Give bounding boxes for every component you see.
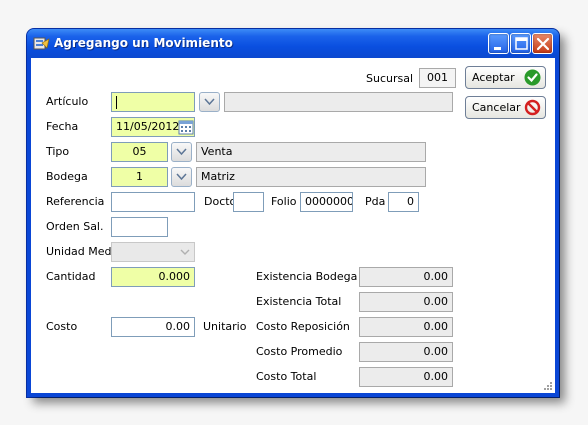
bodega-description: Matriz — [196, 167, 426, 187]
unidad-med-select[interactable] — [111, 242, 195, 262]
costo-total-value: 0.00 — [359, 367, 453, 387]
minimize-icon — [494, 47, 501, 50]
unidad-med-label: Unidad Med. — [46, 245, 116, 258]
existencia-total-label: Existencia Total — [256, 295, 342, 308]
orden-sal-input[interactable] — [111, 217, 168, 237]
minimize-button[interactable] — [488, 33, 509, 54]
costo-promedio-label: Costo Promedio — [256, 345, 343, 358]
cancel-button-label: Cancelar — [472, 101, 521, 114]
maximize-icon — [515, 37, 528, 50]
accept-button-label: Aceptar — [472, 71, 515, 84]
costo-label: Costo — [46, 320, 78, 333]
pda-label: Pda — [365, 195, 386, 208]
chevron-down-icon — [176, 148, 187, 156]
accept-button[interactable]: Aceptar — [465, 66, 546, 89]
sucursal-label: Sucursal — [366, 72, 414, 85]
tipo-label: Tipo — [46, 145, 70, 158]
articulo-input[interactable] — [111, 92, 195, 112]
docto-label: Docto — [204, 195, 237, 208]
costo-reposicion-label: Costo Reposición — [256, 320, 350, 333]
chevron-down-icon — [176, 173, 187, 181]
checkmark-icon — [524, 69, 541, 86]
costo-reposicion-value: 0.00 — [359, 317, 453, 337]
dialog-body: Sucursal 001 Aceptar Cancelar Artículo F… — [31, 58, 555, 393]
referencia-label: Referencia — [46, 195, 105, 208]
close-button[interactable] — [532, 33, 553, 54]
articulo-label: Artículo — [46, 95, 89, 108]
articulo-dropdown-button[interactable] — [199, 92, 220, 112]
text-cursor — [116, 95, 117, 109]
prohibited-icon — [524, 99, 541, 116]
cantidad-label: Cantidad — [46, 270, 96, 283]
maximize-button[interactable] — [510, 33, 531, 54]
close-icon — [536, 37, 550, 51]
costo-total-label: Costo Total — [256, 370, 317, 383]
existencia-bodega-label: Existencia Bodega — [256, 270, 358, 283]
chevron-down-icon — [204, 98, 215, 106]
window-title: Agregango un Movimiento — [54, 36, 233, 50]
orden-sal-label: Orden Sal. — [46, 220, 104, 233]
cantidad-input[interactable]: 0.000 — [111, 267, 195, 287]
referencia-input[interactable] — [111, 192, 195, 212]
tipo-dropdown-button[interactable] — [171, 142, 192, 162]
unitario-label: Unitario — [203, 320, 247, 333]
bodega-input[interactable]: 1 — [111, 167, 168, 187]
bodega-dropdown-button[interactable] — [171, 167, 192, 187]
pda-input[interactable]: 0 — [388, 192, 419, 212]
cancel-button[interactable]: Cancelar — [465, 96, 546, 119]
costo-promedio-value: 0.00 — [359, 342, 453, 362]
articulo-description — [224, 92, 453, 112]
tipo-description: Venta — [196, 142, 426, 162]
app-icon — [33, 37, 50, 50]
fecha-label: Fecha — [46, 120, 79, 133]
existencia-total-value: 0.00 — [359, 292, 453, 312]
sucursal-field: 001 — [419, 68, 456, 88]
calendar-icon[interactable] — [178, 119, 194, 135]
existencia-bodega-value: 0.00 — [359, 267, 453, 287]
tipo-input[interactable]: 05 — [111, 142, 168, 162]
resize-grip-icon[interactable] — [542, 380, 553, 391]
bodega-label: Bodega — [46, 170, 88, 183]
folio-label: Folio — [271, 195, 297, 208]
docto-input[interactable] — [233, 192, 264, 212]
costo-input[interactable]: 0.00 — [111, 317, 195, 337]
title-bar[interactable]: Agregango un Movimiento — [27, 29, 559, 58]
folio-input[interactable]: 0000000 — [300, 192, 353, 212]
dialog-window: Agregango un Movimiento Sucursal 001 Ace… — [27, 29, 559, 397]
chevron-down-icon — [180, 249, 190, 255]
